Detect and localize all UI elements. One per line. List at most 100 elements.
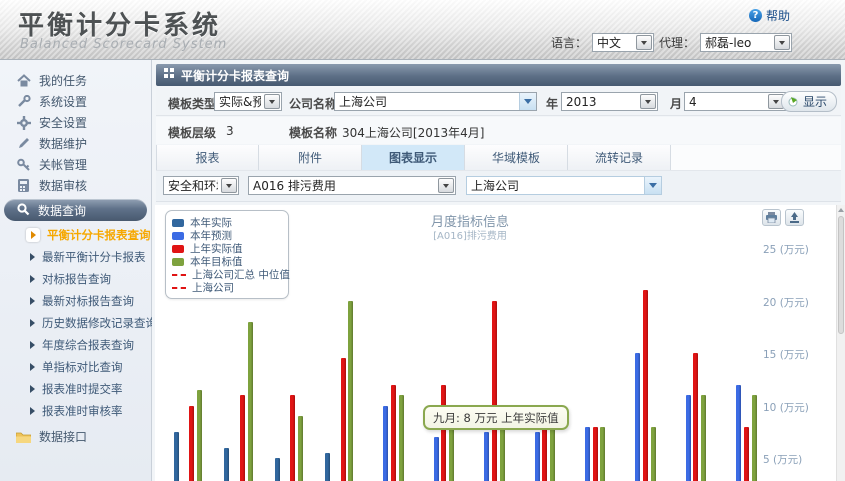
bar-上年实际值-五月[interactable] [391,385,396,481]
chart-company-select[interactable]: 上海公司 [466,176,662,195]
bar-上年实际值-六月[interactable] [441,385,446,481]
print-button[interactable] [762,209,781,226]
sidebar-subitem-0[interactable]: 平衡计分卡报表查询 [0,224,151,246]
bar-本年目标值-四月[interactable] [348,301,353,481]
bar-本年预测-十一月[interactable] [686,395,691,481]
sidebar-subitem-2[interactable]: 对标报告查询 [0,268,151,290]
indicator-select[interactable]: A016 排污费用 [248,176,456,195]
bar-上年实际值-十月[interactable] [643,290,648,481]
bar-本年实际-一月[interactable] [174,432,179,481]
sidebar-item-1[interactable]: 系统设置 [0,91,151,112]
bar-本年目标值-十月[interactable] [651,427,656,481]
sidebar-subitem-6[interactable]: 单指标对比查询 [0,356,151,378]
tab-1[interactable]: 附件 [259,145,362,170]
bar-本年目标值-五月[interactable] [399,395,404,481]
bar-本年目标值-十二月[interactable] [752,395,757,481]
bar-本年目标值-八月[interactable] [550,421,555,481]
bar-本年实际-四月[interactable] [325,453,330,481]
bar-上年实际值-十二月[interactable] [744,427,749,481]
bar-本年目标值-七月[interactable] [500,421,505,481]
chevron-down-icon[interactable] [519,93,536,110]
bar-本年目标值-二月[interactable] [248,322,253,481]
sidebar-subitem-5[interactable]: 年度综合报表查询 [0,334,151,356]
sidebar-item-4[interactable]: 关帐管理 [0,154,151,175]
bar-本年实际-三月[interactable] [275,458,280,481]
bar-本年预测-七月[interactable] [484,432,489,481]
bar-上年实际值-三月[interactable] [290,395,295,481]
template-info-row: 模板层级 3 模板名称 304上海公司[2013年4月] [156,117,841,144]
template-type-select[interactable]: 实际&预测 [214,92,282,111]
panel-header: 平衡计分卡报表查询 [156,64,841,86]
sidebar-subitem-1[interactable]: 最新平衡计分卡报表 [0,246,151,268]
bar-本年目标值-三月[interactable] [298,416,303,481]
sidebar-item-active[interactable]: 数据查询 [4,199,147,221]
chevron-down-icon[interactable] [774,35,790,50]
sidebar-item-data-interface[interactable]: 数据接口 [0,426,151,447]
language-select[interactable]: 中文 [592,33,654,52]
sidebar-item-5[interactable]: 数据审核 [0,175,151,196]
tab-3[interactable]: 华域模板 [465,145,568,170]
template-type-label: 模板类型 [168,95,216,112]
bar-本年预测-九月[interactable] [585,427,590,481]
ytick-label-0: 5 (万元) [763,452,829,467]
bar-上年实际值-八月[interactable] [542,421,547,481]
year-select[interactable]: 2013 [561,92,658,111]
bar-本年目标值-九月[interactable] [600,427,605,481]
sidebar-subitem-3[interactable]: 最新对标报告查询 [0,290,151,312]
company-select[interactable]: 上海公司 [334,92,537,111]
chevron-down-icon[interactable] [644,177,661,194]
sidebar-subitem-label: 报表准时审核率 [42,403,123,419]
chevron-down-icon[interactable] [264,94,280,109]
scroll-up-icon[interactable] [838,208,844,212]
tab-bar: 报表附件图表显示华域模板流转记录 [156,145,841,171]
sidebar-item-3[interactable]: 数据维护 [0,133,151,154]
bar-上年实际值-二月[interactable] [240,395,245,481]
arrow-right-icon [30,407,35,415]
app-header: 平衡计分卡系统 Balanced Scorecard System 帮助 语言：… [0,0,845,60]
bar-上年实际值-九月[interactable] [593,427,598,481]
category-select[interactable]: 安全和环境 [163,176,239,195]
bar-本年预测-十月[interactable] [635,353,640,481]
bar-本年预测-十二月[interactable] [736,385,741,481]
chevron-down-icon[interactable] [221,178,237,193]
sidebar-item-2[interactable]: 安全设置 [0,112,151,133]
scrollbar-thumb[interactable] [838,216,844,334]
month-select[interactable]: 4 [684,92,786,111]
tab-2[interactable]: 图表显示 [362,145,465,170]
bar-上年实际值-七月[interactable] [492,301,497,481]
topbar-controls: 语言： 中文 代理： 郝磊-leo [551,33,792,52]
bar-本年预测-六月[interactable] [434,437,439,481]
bar-上年实际值-十一月[interactable] [693,353,698,481]
tab-0[interactable]: 报表 [156,145,259,170]
sidebar-subitem-7[interactable]: 报表准时提交率 [0,378,151,400]
bar-本年目标值-十一月[interactable] [701,395,706,481]
display-button[interactable]: 显示 [781,91,837,112]
chart-tooltip: 九月: 8 万元 上年实际值 [423,405,569,430]
template-name-label: 模板名称 [289,124,337,141]
calculator-icon [16,178,31,193]
language-label: 语言： [551,34,587,51]
app-subtitle: Balanced Scorecard System [20,37,227,52]
sidebar-item-0[interactable]: 我的任务 [0,70,151,91]
chart-subtitle: [A016]排污费用 [355,227,585,242]
chevron-down-icon[interactable] [636,35,652,50]
bar-上年实际值-四月[interactable] [341,358,346,481]
export-button[interactable] [785,209,804,226]
tab-4[interactable]: 流转记录 [568,145,671,170]
sidebar-subitem-4[interactable]: 历史数据修改记录查询 [0,312,151,334]
bar-本年实际-二月[interactable] [224,448,229,481]
bar-上年实际值-一月[interactable] [189,406,194,481]
chevron-down-icon[interactable] [438,178,454,193]
bar-本年目标值-一月[interactable] [197,390,202,481]
bar-本年预测-八月[interactable] [535,432,540,481]
gear-icon [16,115,31,130]
bar-本年预测-五月[interactable] [383,406,388,481]
arrow-right-icon [30,319,35,327]
chart-area: 本年实际本年预测上年实际值本年目标值上海公司汇总 中位值上海公司 月度指标信息 … [155,205,845,481]
sidebar-subitem-8[interactable]: 报表准时审核率 [0,400,151,422]
arrow-right-icon [30,341,35,349]
chevron-down-icon[interactable] [640,94,656,109]
scrollbar[interactable] [836,205,845,481]
agent-select[interactable]: 郝磊-leo [700,33,792,52]
help-link[interactable]: 帮助 [749,7,790,24]
